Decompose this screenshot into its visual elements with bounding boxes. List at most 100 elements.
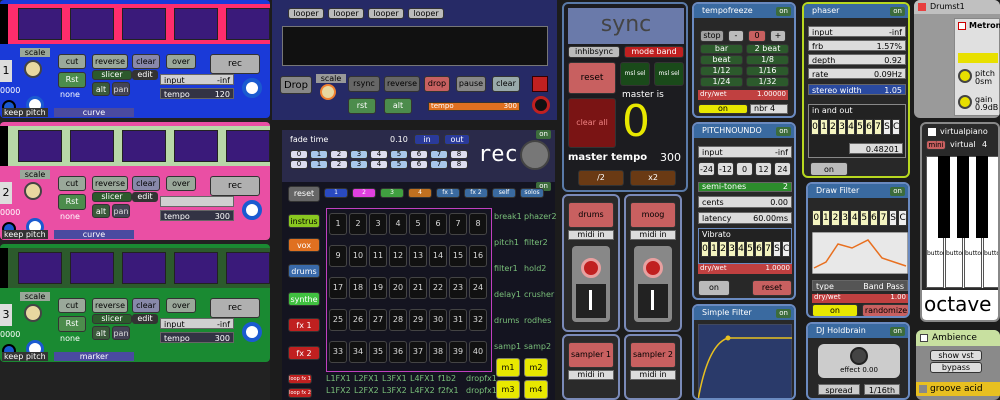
looper-segment[interactable] [70, 8, 114, 40]
step-cell[interactable]: 7 [879, 210, 888, 226]
pad-bottom-item[interactable]: f2fx1 [438, 386, 459, 395]
power-knob[interactable] [242, 322, 262, 342]
looper-segment[interactable] [18, 252, 62, 284]
slicer-button[interactable]: slicer [92, 314, 132, 324]
fade-step[interactable]: 0 [290, 160, 308, 169]
rst-button[interactable]: Rst [58, 194, 86, 210]
alt-button[interactable]: alt [92, 204, 110, 218]
scale-knob[interactable] [24, 304, 42, 322]
pad-cell[interactable]: 29 [409, 309, 427, 331]
cut-button[interactable]: cut [58, 54, 86, 69]
pad-cell[interactable]: 4 [389, 213, 407, 235]
fx2-toggle[interactable]: fx 2 [288, 346, 320, 360]
pad-cell[interactable]: 30 [429, 309, 447, 331]
instrument-name[interactable]: sampler 1 [568, 342, 614, 368]
simple-filter-on-badge[interactable]: on [776, 309, 791, 318]
tf-zero-button[interactable]: 0 [748, 30, 766, 42]
pad-side-item[interactable]: filter1 [494, 264, 518, 273]
holdbrain-spread-field[interactable]: spread [818, 384, 860, 395]
rst-button[interactable]: Rst [58, 316, 86, 332]
tf-step[interactable]: 1/8 [746, 55, 789, 65]
synthe-toggle[interactable]: synthe [288, 292, 320, 306]
pad-tab[interactable]: fx 2 [464, 188, 488, 198]
pad-cell[interactable]: 16 [469, 245, 487, 267]
fade-step[interactable]: 3 [350, 160, 368, 169]
pad-side-item[interactable]: samp2 [524, 342, 551, 351]
msl-sel-2-button[interactable]: msl sel [654, 62, 684, 86]
pitch-step[interactable]: -12 [717, 162, 734, 176]
pad-cell[interactable]: 40 [469, 341, 487, 363]
drop-reverse-button[interactable]: reverse [384, 76, 420, 92]
alt-button[interactable]: alt [92, 82, 110, 96]
pad-side-item[interactable]: drums [494, 316, 519, 325]
input-level[interactable] [160, 196, 234, 207]
phaser-frb-field[interactable]: frb 1.57% [808, 40, 906, 51]
tf-step[interactable]: 1/16 [746, 66, 789, 76]
step-cell[interactable]: 4 [737, 241, 745, 257]
looper-segment[interactable] [122, 130, 166, 162]
step-cell[interactable]: 6 [869, 210, 879, 226]
tf-nbr-field[interactable]: nbr 4 [750, 104, 788, 114]
pitch-step[interactable]: 12 [755, 162, 772, 176]
tf-step[interactable]: 1/24 [700, 77, 743, 87]
pad-cell[interactable]: 39 [449, 341, 467, 363]
rec-button[interactable]: rec [210, 176, 260, 196]
cut-button[interactable]: cut [58, 176, 86, 191]
tempo-field[interactable]: tempo 300 [160, 332, 234, 343]
clear-button[interactable]: clear [132, 176, 160, 191]
pad-bottom-item[interactable]: L1FX1 [326, 374, 351, 383]
pad-cell[interactable]: 36 [389, 341, 407, 363]
looper-tab[interactable]: looper [368, 8, 404, 19]
pad-cell[interactable]: 7 [449, 213, 467, 235]
pitch-reset-button[interactable]: reset [752, 280, 792, 296]
pad-cell[interactable]: 21 [409, 277, 427, 299]
instrument-midi[interactable]: midi in [630, 230, 676, 240]
instrument-switch[interactable] [634, 246, 672, 322]
phaser-rate-field[interactable]: rate 0.09Hz [808, 68, 906, 79]
bypass-button[interactable]: bypass [930, 362, 982, 373]
instrument-midi[interactable]: midi in [630, 370, 676, 380]
tf-on-button[interactable]: on [698, 104, 748, 114]
tf-step[interactable]: bar [700, 44, 743, 54]
looper-segment[interactable] [18, 8, 62, 40]
drums-toggle[interactable]: drums [288, 264, 320, 278]
scale-knob[interactable] [24, 182, 42, 200]
step-cell[interactable]: S [773, 241, 781, 257]
step-cell[interactable]: 4 [850, 210, 859, 226]
tf-minus-button[interactable]: - [728, 30, 744, 42]
looper-segment[interactable] [70, 130, 114, 162]
step-cell[interactable]: 5 [860, 210, 869, 226]
pad-bottom-item[interactable]: f1b2 [438, 374, 456, 383]
latency-field[interactable]: latency 60.00ms [698, 212, 792, 224]
step-cell[interactable]: 6 [755, 241, 763, 257]
instrument-midi[interactable]: midi in [568, 370, 614, 380]
slicer-button[interactable]: slicer [92, 192, 132, 202]
rec-knob[interactable] [520, 140, 550, 170]
fade-step[interactable]: 2 [330, 160, 348, 169]
ambience-checkbox[interactable] [920, 334, 928, 342]
pad-cell[interactable]: 10 [349, 245, 367, 267]
rec-button[interactable]: rec [210, 298, 260, 318]
step-cell[interactable]: C [892, 119, 900, 135]
looper-segment[interactable] [122, 8, 166, 40]
pan-button[interactable]: pan [112, 326, 130, 340]
pan-button[interactable]: pan [112, 82, 130, 96]
pad-cell[interactable]: 25 [329, 309, 347, 331]
step-cell[interactable]: C [782, 241, 790, 257]
reverse-button[interactable]: reverse [92, 54, 128, 69]
m-button[interactable]: m1 [496, 358, 520, 377]
draw-on-button[interactable]: on [812, 304, 858, 316]
fade-step[interactable]: 8 [450, 160, 468, 169]
fade-step[interactable]: 6 [410, 150, 428, 159]
step-cell[interactable]: 2 [719, 241, 727, 257]
metronome-bar[interactable] [958, 53, 998, 63]
holdbrain-knob[interactable] [850, 347, 868, 365]
over-button[interactable]: over [166, 298, 196, 313]
fade-in-button[interactable]: in [414, 134, 440, 145]
fade-on-badge[interactable]: on [536, 130, 551, 139]
pitch-step[interactable]: -24 [698, 162, 715, 176]
draw-drywet-bar[interactable]: dry/wet 1.00 [812, 293, 908, 303]
reverse-button[interactable]: reverse [92, 176, 128, 191]
drop-alt-button[interactable]: alt [384, 98, 412, 114]
pad-cell[interactable]: 19 [369, 277, 387, 299]
